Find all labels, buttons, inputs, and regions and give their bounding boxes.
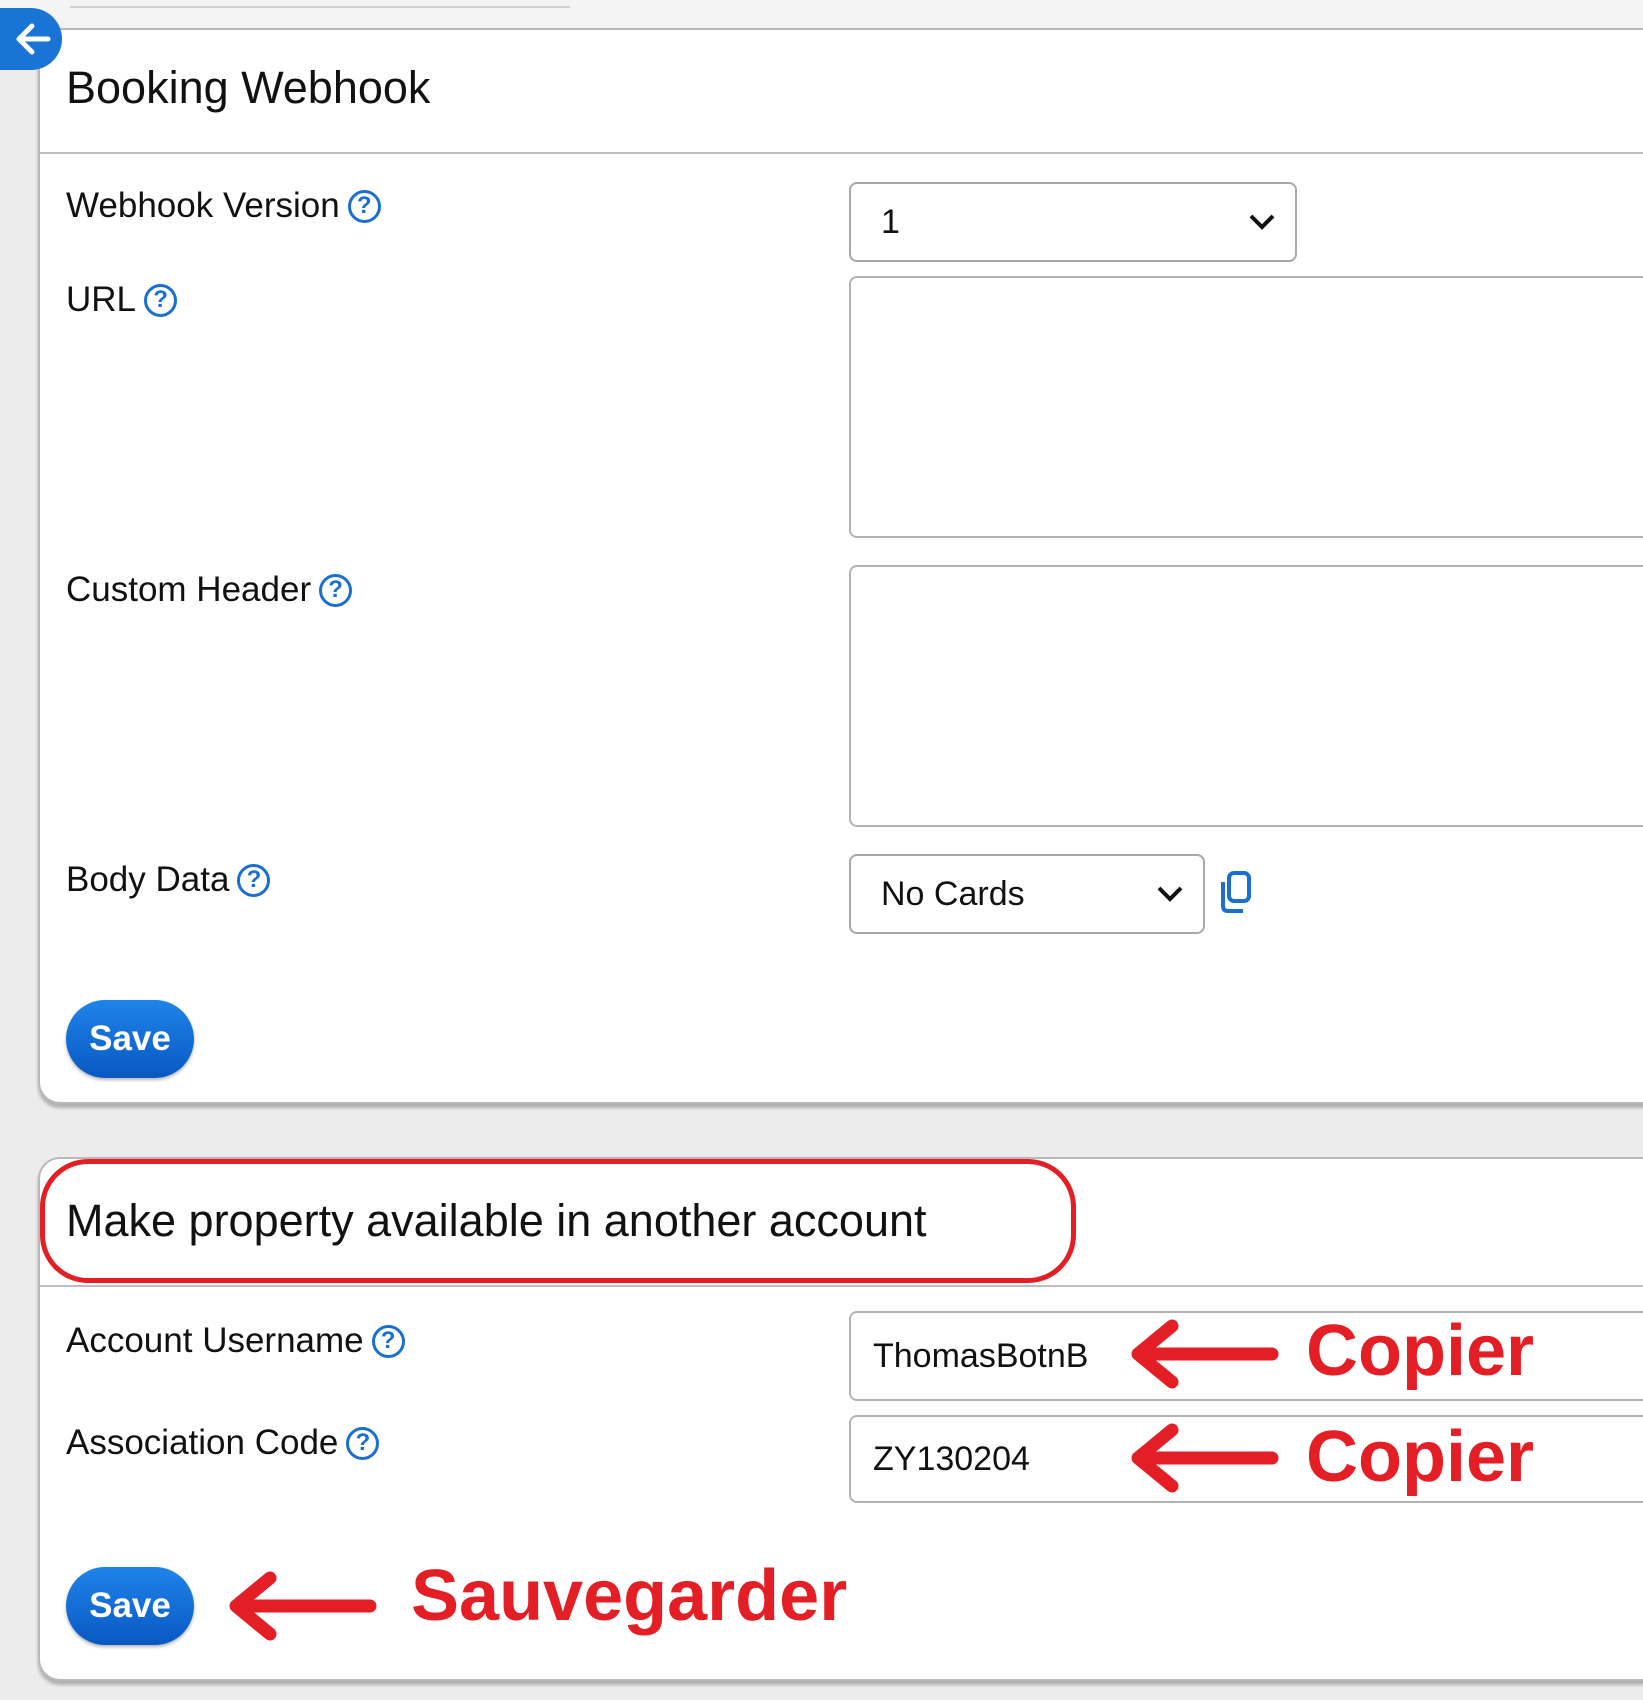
- help-icon[interactable]: ?: [144, 283, 178, 317]
- custom-header-label: Custom Header: [66, 570, 312, 609]
- account-username-value: ThomasBotnB: [873, 1336, 1089, 1375]
- webhook-version-value: 1: [881, 202, 900, 241]
- copy-icon[interactable]: [1215, 870, 1255, 916]
- copy-username-annotation: Copier: [1306, 1311, 1535, 1391]
- body-data-row-label: Body Data ?: [66, 860, 271, 900]
- save-button[interactable]: Save: [66, 1000, 194, 1078]
- save-button[interactable]: Save: [66, 1567, 194, 1645]
- panel-title: Booking Webhook: [66, 62, 431, 113]
- top-strip: [0, 0, 1643, 28]
- help-icon[interactable]: ?: [346, 1426, 380, 1460]
- save-annotation: Sauvegarder: [411, 1556, 848, 1636]
- arrow-left-icon: [16, 23, 51, 55]
- divider: [40, 1285, 1643, 1287]
- copy-code-annotation: Copier: [1306, 1417, 1535, 1497]
- custom-header-row-label: Custom Header ?: [66, 570, 353, 610]
- help-icon[interactable]: ?: [347, 189, 381, 223]
- top-tab-edge: [70, 0, 570, 8]
- url-label: URL: [66, 280, 137, 319]
- body-data-value: No Cards: [881, 874, 1025, 913]
- body-data-select[interactable]: No Cards: [849, 854, 1205, 934]
- red-arrow-left-icon: [1131, 1319, 1279, 1389]
- url-row-label: URL ?: [66, 280, 178, 320]
- webhook-version-label: Webhook Version: [66, 186, 340, 225]
- help-icon[interactable]: ?: [237, 863, 271, 897]
- association-code-label: Association Code: [66, 1423, 339, 1462]
- url-textarea[interactable]: [849, 276, 1643, 538]
- association-code-row-label: Association Code ?: [66, 1423, 380, 1463]
- booking-webhook-panel: Booking Webhook Webhook Version ? 1 URL …: [38, 28, 1643, 1104]
- association-code-value: ZY130204: [873, 1439, 1030, 1478]
- account-username-label: Account Username: [66, 1321, 364, 1360]
- red-arrow-left-icon: [1131, 1423, 1279, 1493]
- custom-header-textarea[interactable]: [849, 565, 1643, 827]
- help-icon[interactable]: ?: [371, 1324, 405, 1358]
- webhook-version-select[interactable]: 1: [849, 182, 1297, 262]
- back-button[interactable]: [0, 8, 62, 70]
- help-icon[interactable]: ?: [319, 573, 353, 607]
- webhook-version-row-label: Webhook Version ?: [66, 186, 381, 226]
- highlight-oval: [40, 1159, 1076, 1283]
- red-arrow-left-icon: [229, 1571, 377, 1641]
- chevron-down-icon: [1249, 214, 1275, 230]
- chevron-down-icon: [1157, 886, 1183, 902]
- account-username-row-label: Account Username ?: [66, 1321, 405, 1361]
- body-data-label: Body Data: [66, 860, 230, 899]
- divider: [40, 152, 1643, 154]
